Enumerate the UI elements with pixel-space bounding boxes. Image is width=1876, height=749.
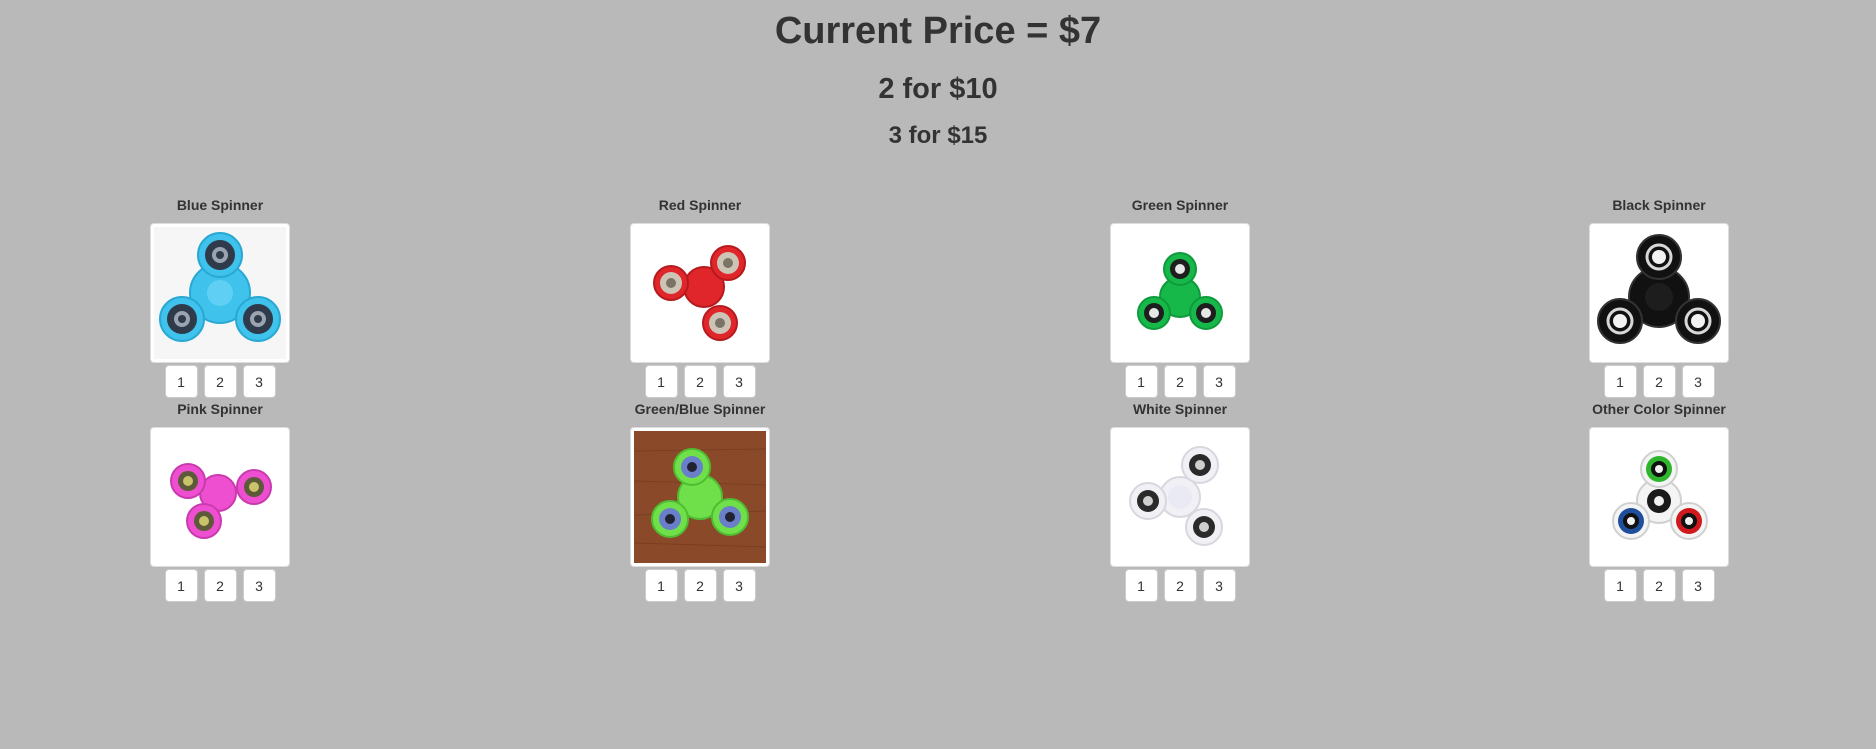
qty-3-button[interactable]: 3: [722, 569, 756, 602]
qty-3-button[interactable]: 3: [1681, 569, 1715, 602]
multi-color-spinner-icon: [1593, 431, 1725, 563]
red-spinner-icon: [634, 227, 766, 359]
deal-three-price: 3 for $15: [888, 122, 988, 149]
qty-3-button[interactable]: 3: [1202, 365, 1236, 398]
qty-3-button[interactable]: 3: [1202, 569, 1236, 602]
blue-spinner-icon: [154, 227, 286, 359]
qty-3-button[interactable]: 3: [722, 365, 756, 398]
qty-3-button[interactable]: 3: [1681, 365, 1715, 398]
qty-2-button[interactable]: 2: [203, 569, 237, 602]
product-title: White Spinner: [1132, 401, 1228, 417]
quantity-buttons: 1 2 3: [110, 569, 330, 602]
qty-2-button[interactable]: 2: [203, 365, 237, 398]
product-title: Blue Spinner: [176, 197, 264, 213]
product-image-pink[interactable]: [150, 427, 290, 567]
product-image-blue[interactable]: [150, 223, 290, 363]
green-spinner-icon: [1114, 227, 1246, 359]
black-spinner-icon: [1593, 227, 1725, 359]
product-title: Pink Spinner: [177, 401, 263, 417]
product-card-other-color: Other Color Spinner 1 2 3: [1549, 400, 1769, 602]
quantity-buttons: 1 2 3: [1549, 365, 1769, 398]
qty-3-button[interactable]: 3: [242, 569, 276, 602]
qty-2-button[interactable]: 2: [683, 365, 717, 398]
product-card-pink: Pink Spinner 1 2 3: [110, 400, 330, 602]
product-image-black[interactable]: [1589, 223, 1729, 363]
qty-2-button[interactable]: 2: [1163, 365, 1197, 398]
quantity-buttons: 1 2 3: [590, 365, 810, 398]
qty-1-button[interactable]: 1: [1603, 365, 1637, 398]
qty-1-button[interactable]: 1: [1124, 569, 1158, 602]
product-card-red: Red Spinner 1 2 3: [590, 196, 810, 398]
price-header: Current Price = $7 2 for $10 3 for $15: [0, 0, 1876, 150]
product-title: Black Spinner: [1612, 197, 1706, 213]
deal-two-price: 2 for $10: [878, 73, 998, 105]
qty-2-button[interactable]: 2: [1642, 569, 1676, 602]
product-card-blue: Blue Spinner 1 2 3: [110, 196, 330, 398]
qty-2-button[interactable]: 2: [683, 569, 717, 602]
pink-spinner-icon: [154, 431, 286, 563]
qty-1-button[interactable]: 1: [644, 569, 678, 602]
product-card-black: Black Spinner 1 2 3: [1549, 196, 1769, 398]
qty-1-button[interactable]: 1: [1603, 569, 1637, 602]
qty-1-button[interactable]: 1: [164, 569, 198, 602]
product-title: Red Spinner: [658, 197, 742, 213]
qty-3-button[interactable]: 3: [242, 365, 276, 398]
qty-2-button[interactable]: 2: [1642, 365, 1676, 398]
current-price: Current Price = $7: [774, 10, 1102, 52]
white-spinner-icon: [1114, 431, 1246, 563]
quantity-buttons: 1 2 3: [1549, 569, 1769, 602]
quantity-buttons: 1 2 3: [590, 569, 810, 602]
qty-1-button[interactable]: 1: [164, 365, 198, 398]
quantity-buttons: 1 2 3: [110, 365, 330, 398]
product-card-green-blue: Green/Blue Spinner 1 2 3: [590, 400, 810, 602]
qty-2-button[interactable]: 2: [1163, 569, 1197, 602]
quantity-buttons: 1 2 3: [1070, 569, 1290, 602]
product-image-red[interactable]: [630, 223, 770, 363]
product-card-white: White Spinner 1 2 3: [1070, 400, 1290, 602]
qty-1-button[interactable]: 1: [644, 365, 678, 398]
green-blue-spinner-icon: [634, 431, 766, 563]
product-title: Green/Blue Spinner: [634, 401, 766, 417]
product-image-green[interactable]: [1110, 223, 1250, 363]
product-image-white[interactable]: [1110, 427, 1250, 567]
product-image-other-color[interactable]: [1589, 427, 1729, 567]
product-card-green: Green Spinner 1 2 3: [1070, 196, 1290, 398]
quantity-buttons: 1 2 3: [1070, 365, 1290, 398]
product-image-green-blue[interactable]: [630, 427, 770, 567]
product-title: Other Color Spinner: [1592, 401, 1726, 417]
qty-1-button[interactable]: 1: [1124, 365, 1158, 398]
product-title: Green Spinner: [1131, 197, 1229, 213]
